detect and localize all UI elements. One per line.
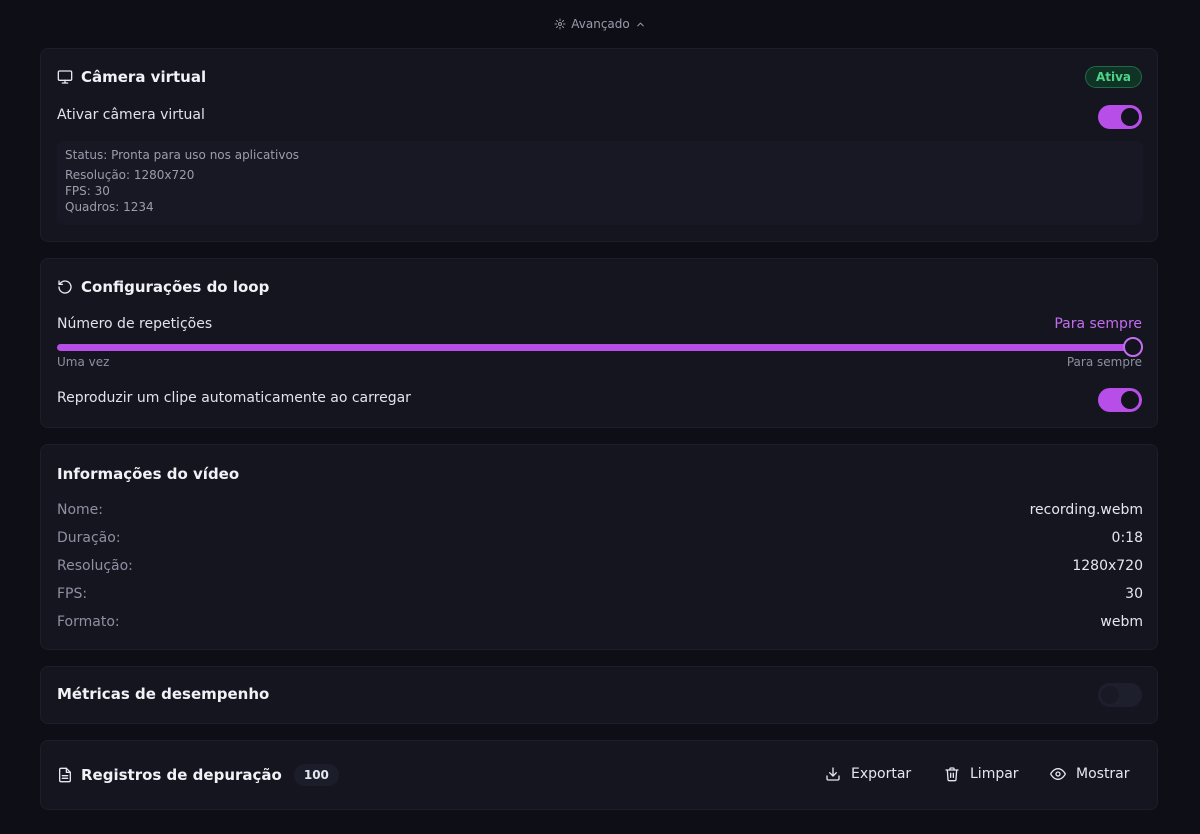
- file-text-icon: [57, 767, 73, 783]
- autoplay-toggle[interactable]: [1098, 388, 1142, 412]
- info-value: recording.webm: [1029, 502, 1143, 518]
- info-key: Duração:: [57, 530, 121, 546]
- eye-icon: [1050, 766, 1066, 782]
- advanced-toggle[interactable]: Avançado: [0, 14, 1200, 34]
- enable-virtual-camera-label: Ativar câmera virtual: [57, 107, 205, 123]
- repetitions-slider-track[interactable]: [57, 344, 1143, 351]
- toggle-knob: [1121, 391, 1139, 409]
- advanced-label: Avançado: [571, 17, 630, 31]
- virtual-camera-title: Câmera virtual: [57, 68, 206, 86]
- resolution-line: Resolução: 1280x720: [65, 168, 195, 182]
- info-row-name: Nome: recording.webm: [57, 500, 1143, 520]
- performance-metrics-toggle[interactable]: [1098, 683, 1142, 707]
- video-info-title: Informações do vídeo: [57, 465, 240, 483]
- show-button[interactable]: Mostrar: [1050, 763, 1130, 785]
- download-icon: [825, 766, 841, 782]
- info-value: webm: [1100, 614, 1143, 630]
- virtual-camera-card: Câmera virtual Ativa Ativar câmera virtu…: [40, 48, 1158, 242]
- info-value: 30: [1125, 586, 1143, 602]
- clear-button[interactable]: Limpar: [944, 763, 1019, 785]
- toggle-knob: [1101, 686, 1119, 704]
- repetitions-slider-thumb[interactable]: [1123, 337, 1143, 357]
- status-badge: Ativa: [1084, 66, 1142, 88]
- info-key: FPS:: [57, 586, 88, 602]
- camera-status-box: Status: Pronta para uso nos aplicativos …: [57, 141, 1143, 225]
- info-row-format: Formato: webm: [57, 612, 1143, 632]
- show-label: Mostrar: [1076, 766, 1130, 782]
- autoplay-label: Reproduzir um clipe automaticamente ao c…: [57, 390, 411, 406]
- loop-settings-title: Configurações do loop: [57, 278, 269, 296]
- debug-logs-card: Registros de depuração 100 Exportar Limp…: [40, 740, 1158, 810]
- rotate-ccw-icon: [57, 279, 73, 295]
- info-row-fps: FPS: 30: [57, 584, 1143, 604]
- log-count-badge: 100: [293, 764, 339, 786]
- info-key: Resolução:: [57, 558, 133, 574]
- chevron-up-icon: [635, 19, 646, 30]
- monitor-icon: [57, 69, 73, 85]
- performance-metrics-title: Métricas de desempenho: [57, 685, 270, 703]
- info-row-duration: Duração: 0:18: [57, 528, 1143, 548]
- toggle-knob: [1121, 108, 1139, 126]
- frames-line: Quadros: 1234: [65, 200, 154, 214]
- repetitions-label: Número de repetições: [57, 316, 213, 332]
- enable-virtual-camera-toggle[interactable]: [1098, 105, 1142, 129]
- trash-icon: [944, 766, 960, 782]
- export-button[interactable]: Exportar: [825, 763, 911, 785]
- repetitions-value: Para sempre: [1054, 316, 1142, 332]
- virtual-camera-title-text: Câmera virtual: [81, 68, 207, 86]
- clear-label: Limpar: [970, 766, 1019, 782]
- info-value: 0:18: [1111, 530, 1143, 546]
- performance-metrics-card: Métricas de desempenho: [40, 666, 1158, 724]
- debug-logs-title-text: Registros de depuração: [81, 766, 282, 784]
- slider-min-label: Uma vez: [57, 355, 110, 369]
- info-key: Nome:: [57, 502, 104, 518]
- video-info-card: Informações do vídeo Nome: recording.web…: [40, 444, 1158, 650]
- export-label: Exportar: [851, 766, 912, 782]
- debug-logs-title: Registros de depuração 100: [57, 764, 339, 786]
- slider-max-label: Para sempre: [1066, 355, 1142, 369]
- status-line: Status: Pronta para uso nos aplicativos: [65, 148, 300, 162]
- loop-settings-card: Configurações do loop Número de repetiçõ…: [40, 258, 1158, 428]
- loop-settings-title-text: Configurações do loop: [81, 278, 270, 296]
- info-row-resolution: Resolução: 1280x720: [57, 556, 1143, 576]
- fps-line: FPS: 30: [65, 184, 110, 198]
- info-value: 1280x720: [1072, 558, 1143, 574]
- info-key: Formato:: [57, 614, 120, 630]
- gear-icon: [554, 18, 566, 30]
